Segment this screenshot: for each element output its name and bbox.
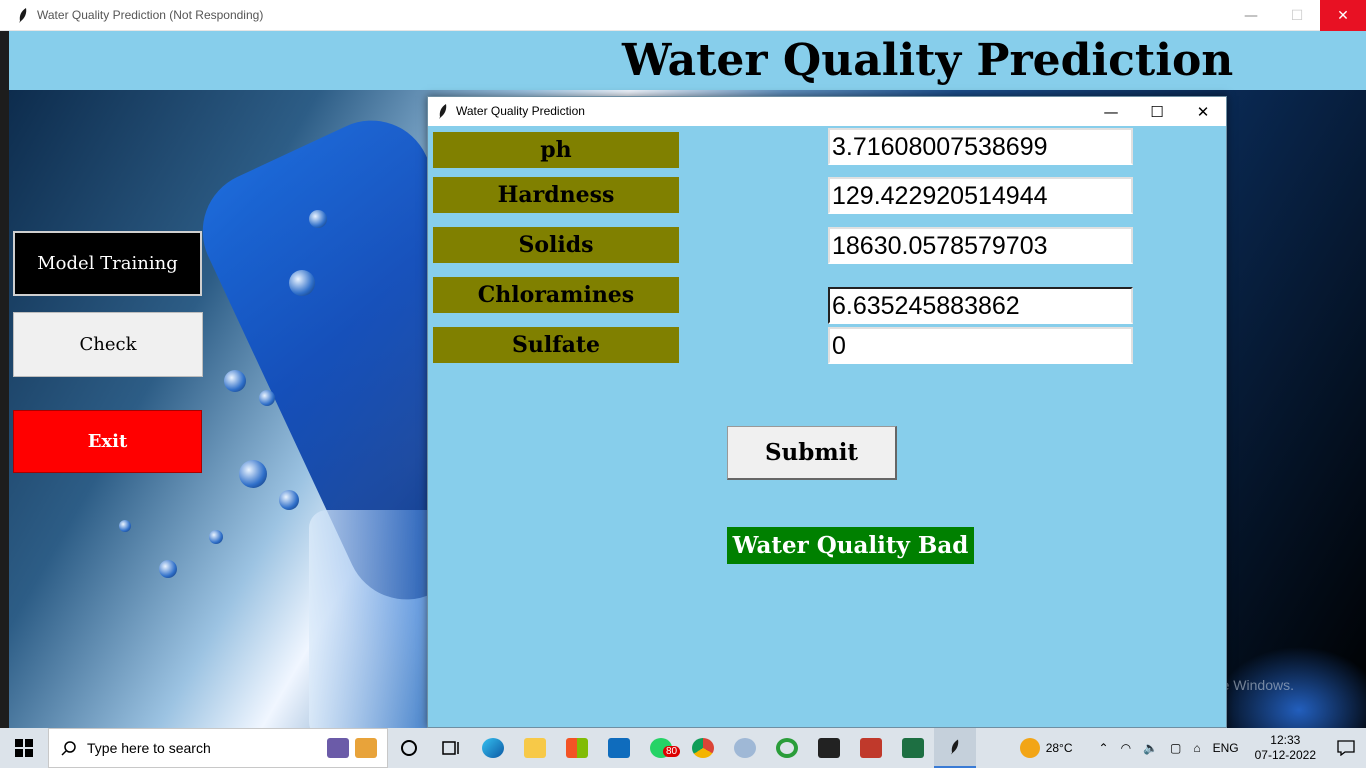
clock-date: 07-12-2022: [1254, 748, 1316, 762]
close-icon: ✕: [1337, 7, 1349, 24]
close-icon: ✕: [1196, 102, 1210, 121]
start-button[interactable]: [0, 728, 48, 768]
file-explorer-button[interactable]: [514, 728, 556, 768]
close-button[interactable]: ✕: [1320, 0, 1366, 31]
exit-button[interactable]: Exit: [13, 410, 202, 473]
excel-icon: [902, 738, 924, 758]
outer-window-titlebar: Water Quality Prediction (Not Responding…: [0, 0, 1366, 31]
meet-icon[interactable]: ▢: [1170, 741, 1181, 755]
bubble: [309, 210, 327, 228]
notification-icon: [1337, 740, 1355, 756]
ph-label: ph: [433, 132, 679, 168]
dialog-title: Water Quality Prediction: [456, 104, 585, 118]
chevron-up-icon[interactable]: ⌃: [1099, 741, 1109, 755]
tool-app-button[interactable]: [850, 728, 892, 768]
check-button[interactable]: Check: [13, 312, 203, 377]
maximize-icon: ☐: [1150, 102, 1164, 121]
prediction-dialog: Water Quality Prediction — ☐ ✕ ph 3.7160…: [427, 96, 1227, 728]
clock[interactable]: 12:33 07-12-2022: [1255, 733, 1316, 763]
bubble: [279, 490, 299, 510]
minimize-icon: —: [1244, 7, 1258, 24]
store-button[interactable]: [556, 728, 598, 768]
bubble: [209, 530, 223, 544]
news-icon: [355, 738, 377, 758]
window-left-border: [0, 31, 9, 728]
terminal-button[interactable]: [808, 728, 850, 768]
mail-icon: [608, 738, 630, 758]
solids-label: Solids: [433, 227, 679, 263]
excel-button[interactable]: [892, 728, 934, 768]
ph-input[interactable]: 3.71608007538699: [828, 128, 1133, 165]
whatsapp-button[interactable]: 80: [640, 728, 682, 768]
sulfate-input[interactable]: 0: [828, 327, 1133, 364]
sync-app-button[interactable]: [766, 728, 808, 768]
paint-button[interactable]: [724, 728, 766, 768]
task-view-button[interactable]: [430, 728, 472, 768]
bubble: [239, 460, 267, 488]
cortana-icon: [401, 740, 417, 756]
feather-app-icon: [19, 8, 27, 23]
bubble: [119, 520, 131, 532]
page-title: Water Quality Prediction: [622, 35, 1234, 86]
bubble: [289, 270, 315, 296]
clock-time: 12:33: [1270, 733, 1301, 747]
dialog-close-button[interactable]: ✕: [1180, 97, 1226, 126]
store-icon: [566, 738, 588, 758]
outer-window-controls: — ☐ ✕: [1228, 0, 1366, 31]
windows-logo-icon: [15, 739, 33, 757]
search-placeholder: Type here to search: [87, 740, 211, 756]
edge-button[interactable]: [472, 728, 514, 768]
sulfate-label: Sulfate: [433, 327, 679, 363]
minimize-button[interactable]: —: [1228, 0, 1274, 31]
taskbar-search-box[interactable]: Type here to search: [48, 728, 388, 768]
folder-icon: [524, 738, 546, 758]
model-training-button[interactable]: Model Training: [13, 231, 202, 296]
chloramines-label: Chloramines: [433, 277, 679, 313]
dialog-titlebar[interactable]: Water Quality Prediction — ☐ ✕: [428, 97, 1226, 126]
clapperboard-icon: [327, 738, 349, 758]
dialog-minimize-button[interactable]: —: [1088, 97, 1134, 126]
bubble: [259, 390, 275, 406]
search-icon: [61, 741, 76, 756]
python-app-button[interactable]: [934, 728, 976, 768]
sync-icon: [776, 738, 798, 758]
hardness-label: Hardness: [433, 177, 679, 213]
feather-app-icon: [951, 739, 959, 755]
solids-input[interactable]: 18630.0578579703: [828, 227, 1133, 264]
minimize-icon: —: [1103, 102, 1119, 121]
outer-window-title: Water Quality Prediction (Not Responding…: [37, 8, 264, 22]
hardness-input[interactable]: 129.422920514944: [828, 177, 1133, 214]
feather-app-icon: [439, 104, 447, 119]
taskbar: Type here to search 80 28°C ⌃ ◠ 🔈 ▢ ⌂ EN…: [0, 728, 1366, 768]
volume-icon[interactable]: 🔈: [1143, 741, 1158, 755]
dialog-controls: — ☐ ✕: [1088, 97, 1226, 126]
language-indicator[interactable]: ENG: [1213, 741, 1239, 755]
chloramines-input[interactable]: 6.635245883862: [828, 287, 1133, 324]
cortana-button[interactable]: [388, 728, 430, 768]
whatsapp-badge: 80: [663, 746, 681, 757]
task-view-icon: [442, 741, 459, 755]
paint-palette-icon: [734, 738, 756, 758]
search-highlight-icons: [327, 738, 377, 758]
maximize-button[interactable]: ☐: [1274, 0, 1320, 31]
terminal-icon: [818, 738, 840, 758]
edge-icon: [482, 738, 504, 758]
tool-app-icon: [860, 738, 882, 758]
mail-button[interactable]: [598, 728, 640, 768]
network-icon[interactable]: ⌂: [1193, 741, 1200, 755]
chrome-icon: [692, 738, 714, 758]
bubble: [159, 560, 177, 578]
system-tray: 28°C ⌃ ◠ 🔈 ▢ ⌂ ENG 12:33 07-12-2022: [1019, 728, 1366, 768]
result-label: Water Quality Bad: [727, 527, 974, 564]
dialog-maximize-button[interactable]: ☐: [1134, 97, 1180, 126]
notification-button[interactable]: [1326, 740, 1366, 756]
weather-icon[interactable]: [1019, 738, 1040, 758]
bubble: [224, 370, 246, 392]
chrome-button[interactable]: [682, 728, 724, 768]
submit-button[interactable]: Submit: [727, 426, 897, 480]
weather-temp[interactable]: 28°C: [1046, 741, 1073, 755]
wifi-icon[interactable]: ◠: [1121, 741, 1131, 755]
maximize-icon: ☐: [1290, 7, 1304, 24]
